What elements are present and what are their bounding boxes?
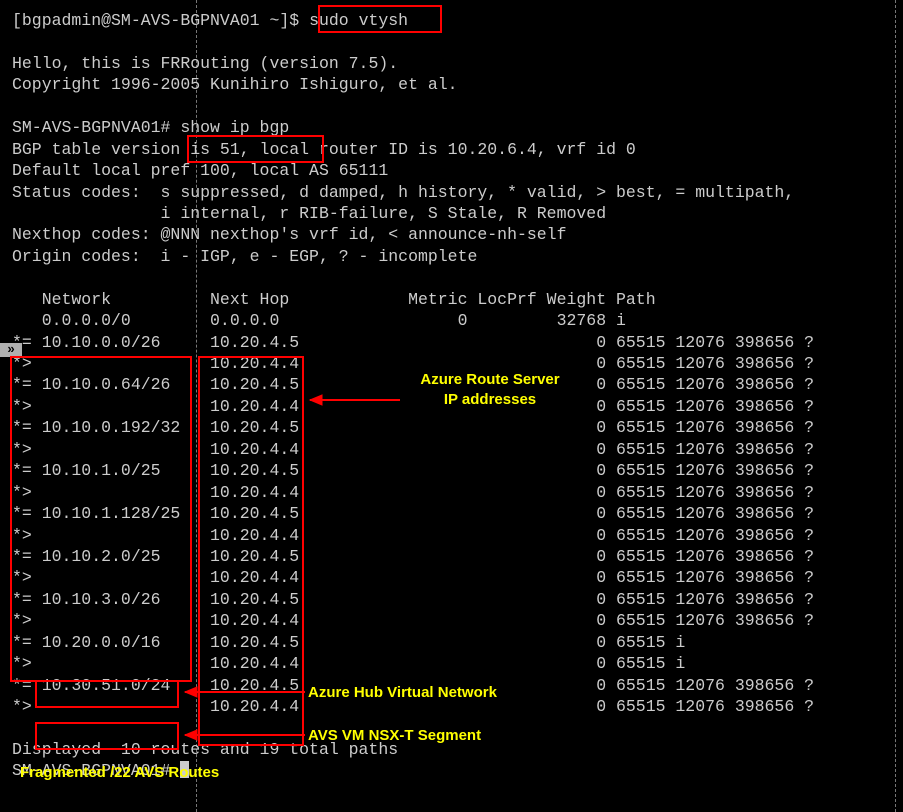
arrow-hub xyxy=(175,682,305,702)
bgp-row: *> 10.20.4.4 0 65515 12076 398656 ? xyxy=(12,440,814,459)
bgp-row: *= 10.10.2.0/25 10.20.4.5 0 65515 12076 … xyxy=(12,547,814,566)
frr-copyright: Copyright 1996-2005 Kunihiro Ishiguro, e… xyxy=(12,75,458,94)
command-show-ip-bgp: show ip bgp xyxy=(180,118,289,137)
bgp-row: *= 10.10.1.128/25 10.20.4.5 0 65515 1207… xyxy=(12,504,814,523)
bgp-header-row: Network Next Hop Metric LocPrf Weight Pa… xyxy=(12,290,656,309)
bgp-row: *> 10.20.4.4 0 65515 12076 398656 ? xyxy=(12,526,814,545)
status-codes-2: i internal, r RIB-failure, S Stale, R Re… xyxy=(12,204,606,223)
annotation-avs-segment: AVS VM NSX-T Segment xyxy=(308,726,481,746)
bgp-row: *= 10.20.0.0/16 10.20.4.5 0 65515 i xyxy=(12,633,685,652)
annotation-ars: Azure Route ServerIP addresses xyxy=(400,370,580,409)
nexthop-codes: Nexthop codes: @NNN nexthop's vrf id, < … xyxy=(12,225,567,244)
frr-hello: Hello, this is FRRouting (version 7.5). xyxy=(12,54,398,73)
bgp-row: *> 10.20.4.4 0 65515 i xyxy=(12,654,685,673)
default-local-pref: Default local pref 100, local AS 65111 xyxy=(12,161,388,180)
annotation-hub: Azure Hub Virtual Network xyxy=(308,683,497,703)
annotation-fragmented: Fragmented /22 AVS Routes xyxy=(20,763,219,783)
shell-prompt: [bgpadmin@SM-AVS-BGPNVA01 ~]$ xyxy=(12,11,309,30)
frr-prompt: SM-AVS-BGPNVA01# xyxy=(12,118,180,137)
command-sudo-vtysh: sudo vtysh xyxy=(309,11,408,30)
bgp-row: *> 10.20.4.4 0 65515 12076 398656 ? xyxy=(12,611,814,630)
bgp-row: *= 10.10.1.0/25 10.20.4.5 0 65515 12076 … xyxy=(12,461,814,480)
bgp-row: *= 10.10.3.0/26 10.20.4.5 0 65515 12076 … xyxy=(12,590,814,609)
bgp-table-version: BGP table version is 51, local router ID… xyxy=(12,140,636,159)
status-codes-1: Status codes: s suppressed, d damped, h … xyxy=(12,183,794,202)
origin-codes: Origin codes: i - IGP, e - EGP, ? - inco… xyxy=(12,247,477,266)
bgp-row: *= 10.10.0.0/26 10.20.4.5 0 65515 12076 … xyxy=(12,333,814,352)
bgp-row: *> 10.20.4.4 0 65515 12076 398656 ? xyxy=(12,568,814,587)
scroll-indicator-icon[interactable]: » xyxy=(0,343,22,357)
bgp-row: 0.0.0.0/0 0.0.0.0 0 32768 i xyxy=(12,311,626,330)
bgp-row: *> 10.20.4.4 0 65515 12076 398656 ? xyxy=(12,483,814,502)
bgp-row: *= 10.10.0.192/32 10.20.4.5 0 65515 1207… xyxy=(12,418,814,437)
arrow-ars xyxy=(300,390,400,410)
arrow-avs-segment xyxy=(175,725,305,745)
